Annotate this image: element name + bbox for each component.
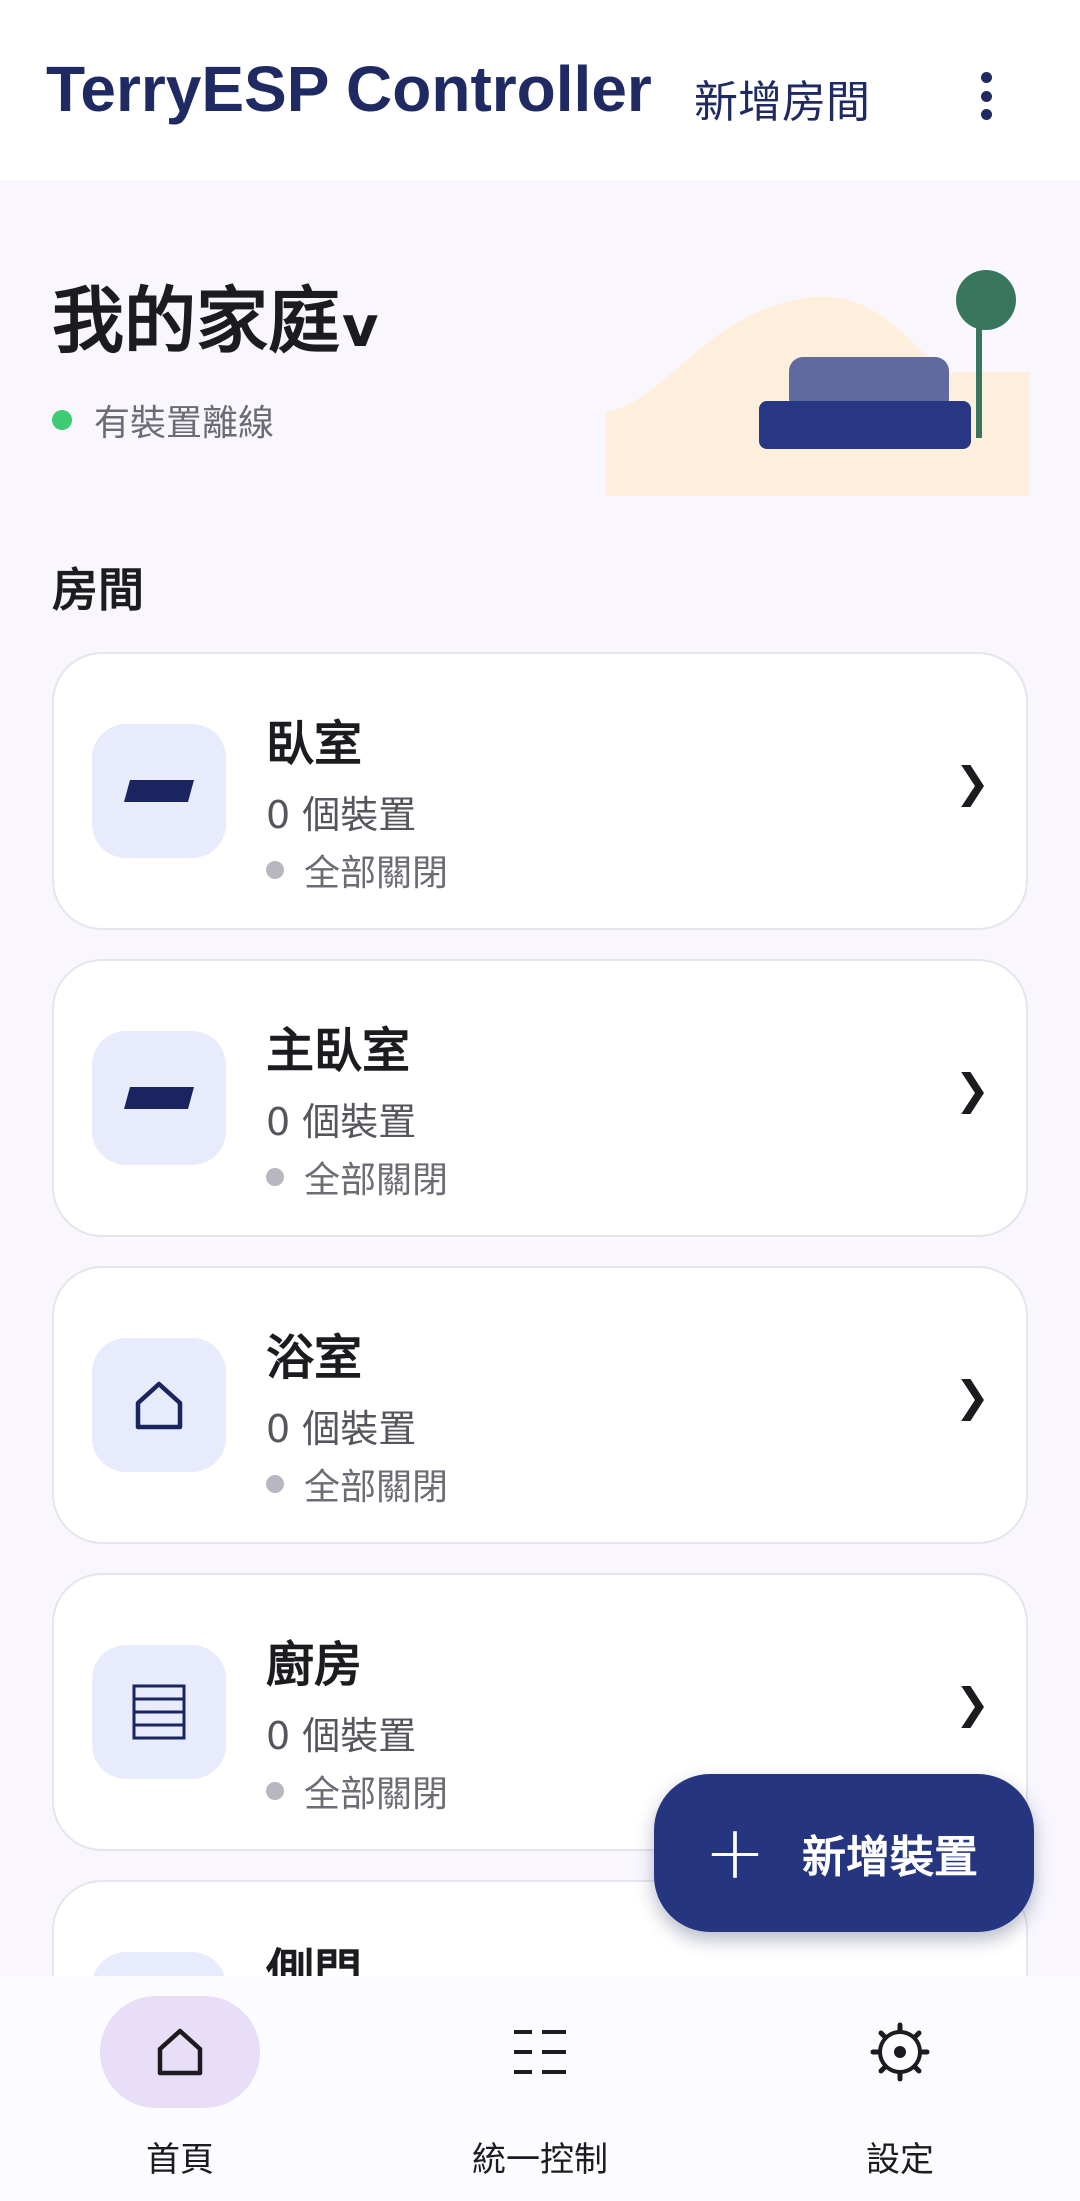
room-status-text: 全部關閉 (304, 1774, 449, 1815)
chevron-right-icon: ❯ (954, 1065, 990, 1114)
status-dot (52, 410, 72, 430)
house-icon (92, 1338, 226, 1472)
home-icon (157, 2028, 203, 2076)
more-vert-icon[interactable] (964, 64, 1008, 128)
chevron-right-icon: ❯ (954, 1372, 990, 1421)
room-status-text: 全部關閉 (304, 853, 449, 894)
bed-icon (92, 724, 226, 858)
nav-unified-control-indicator (460, 1996, 620, 2108)
add-room-button[interactable]: 新增房間 (694, 66, 870, 130)
nav-unified-control[interactable]: 統一控制 (360, 1976, 720, 2201)
nav-home[interactable]: 首頁 (0, 1976, 360, 2201)
bed-icon (92, 1031, 226, 1165)
chevron-right-icon: ❯ (954, 1679, 990, 1728)
nav-home-label: 首頁 (146, 2140, 214, 2180)
room-name: 主臥室 (266, 1023, 411, 1079)
room-status-dot (266, 861, 284, 879)
list-icon (514, 2030, 566, 2074)
room-status: 全部關閉 (266, 844, 448, 896)
room-status: 全部關閉 (266, 1458, 448, 1510)
room-status-text: 全部關閉 (304, 1160, 449, 1201)
room-status: 全部關閉 (266, 1151, 448, 1203)
rooms-section-title: 房間 (52, 563, 144, 617)
nav-settings-indicator (820, 1996, 980, 2108)
room-name: 廚房 (266, 1637, 363, 1693)
room-card-bedroom[interactable]: 臥室 0 個裝置 全部關閉 ❯ (52, 652, 1028, 930)
room-status-text: 全部關閉 (304, 1467, 449, 1508)
room-device-count: 0 個裝置 (266, 793, 417, 837)
room-name: 浴室 (266, 1330, 363, 1386)
room-name: 臥室 (266, 716, 363, 772)
nav-unified-control-label: 統一控制 (472, 2140, 608, 2180)
bottom-navigation: 首頁 統一控制 設定 (0, 1976, 1080, 2201)
home-illustration (606, 270, 1030, 496)
add-device-fab[interactable]: + 新增裝置 (654, 1774, 1034, 1932)
app-title: TerryESP Controller (46, 53, 652, 125)
nav-home-indicator (100, 1996, 260, 2108)
top-app-bar: TerryESP Controller 新增房間 (0, 0, 1080, 180)
status-text: 有裝置離線 (94, 403, 275, 444)
settings-icon (870, 2022, 930, 2082)
add-device-label: 新增裝置 (802, 1832, 979, 1883)
plus-icon: + (704, 1810, 767, 1896)
nav-settings[interactable]: 設定 (720, 1976, 1080, 2201)
home-selector[interactable]: 我的家庭v (52, 262, 379, 367)
room-status-dot (266, 1168, 284, 1186)
room-status: 全部關閉 (266, 1765, 448, 1817)
room-device-count: 0 個裝置 (266, 1407, 417, 1451)
chevron-right-icon: ❯ (954, 758, 990, 807)
room-card-bathroom[interactable]: 浴室 0 個裝置 全部關閉 ❯ (52, 1266, 1028, 1544)
room-device-count: 0 個裝置 (266, 1100, 417, 1144)
room-device-count: 0 個裝置 (266, 1714, 417, 1758)
room-card-master-bedroom[interactable]: 主臥室 0 個裝置 全部關閉 ❯ (52, 959, 1028, 1237)
nav-settings-label: 設定 (866, 2140, 934, 2180)
kitchen-icon (92, 1645, 226, 1779)
room-status-dot (266, 1782, 284, 1800)
home-status: 有裝置離線 (52, 394, 274, 446)
home-dropdown-caret: v (342, 295, 379, 360)
home-title: 我的家庭 (52, 279, 341, 363)
room-status-dot (266, 1475, 284, 1493)
